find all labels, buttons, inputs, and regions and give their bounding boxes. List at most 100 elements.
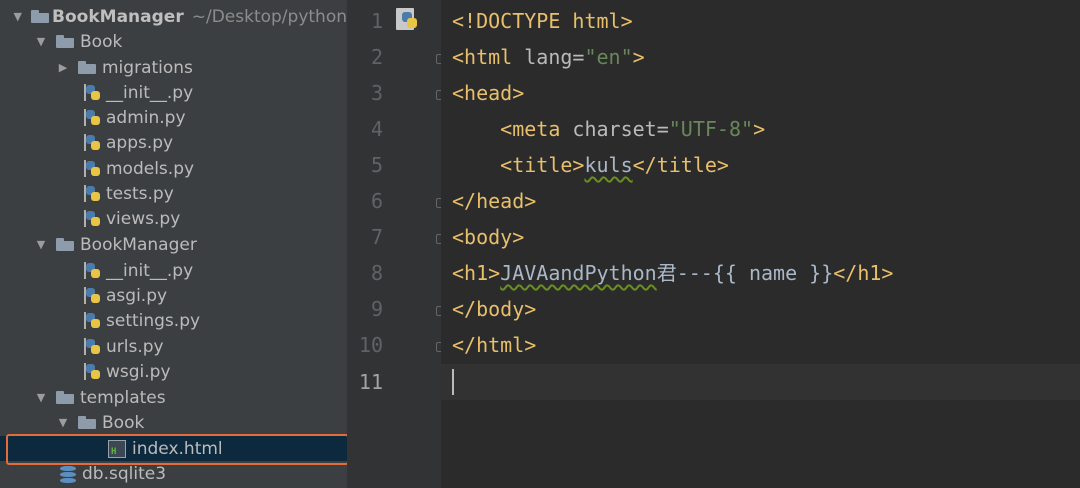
code-line-2[interactable]: <html lang="en">	[452, 39, 645, 75]
tree-item-views-py[interactable]: views.py	[0, 206, 347, 231]
doctype-token: <!DOCTYPE html>	[452, 9, 633, 33]
line-number: 4	[370, 117, 383, 141]
tree-root[interactable]: ▼ BookManager ~/Desktop/python	[0, 4, 347, 29]
ide-window: ▼ BookManager ~/Desktop/python ▼ Book ▶ …	[0, 0, 1080, 488]
attribute-token: charset=	[560, 117, 669, 141]
line-number-current: 11	[358, 370, 383, 394]
folder-icon	[56, 35, 74, 48]
string-token: "en"	[584, 45, 633, 69]
tree-root-path: ~/Desktop/python	[191, 6, 347, 27]
folder-icon	[56, 391, 74, 404]
line-number: 8	[370, 261, 383, 285]
folder-icon	[78, 416, 96, 429]
tree-item-wsgi-py[interactable]: wsgi.py	[0, 359, 347, 384]
text-token: 君---{{ name }}	[656, 261, 834, 285]
tag-token: <title>	[500, 153, 585, 177]
tree-item-models-py[interactable]: models.py	[0, 156, 347, 181]
code-line-9[interactable]: </body>	[452, 291, 536, 327]
expand-arrow-icon[interactable]: ▼	[56, 416, 70, 429]
expand-arrow-icon[interactable]: ▼	[34, 391, 48, 404]
tree-item-book[interactable]: ▼ Book	[0, 29, 347, 54]
line-number: 5	[370, 153, 383, 177]
tag-token: <h1>	[452, 261, 501, 285]
code-line-4[interactable]: <meta charset="UTF-8">	[452, 111, 765, 147]
tree-item-label: migrations	[102, 57, 193, 78]
tree-item-index-html[interactable]: H index.html	[0, 436, 347, 461]
tree-item-label: BookManager	[80, 234, 197, 255]
tree-item-migrations[interactable]: ▶ migrations	[0, 55, 347, 80]
tree-item-templates-book[interactable]: ▼ Book	[0, 410, 347, 435]
python-file-icon	[84, 337, 102, 356]
expand-arrow-icon[interactable]: ▼	[12, 10, 23, 23]
tree-item-label: wsgi.py	[106, 361, 171, 382]
line-number: 3	[370, 81, 383, 105]
tree-item-label: models.py	[106, 158, 195, 179]
line-number: 2	[370, 45, 383, 69]
tree-item-label: urls.py	[106, 336, 164, 357]
code-line-10[interactable]: </html>	[452, 327, 536, 363]
python-file-icon	[84, 209, 102, 228]
tree-item-label: Book	[102, 412, 145, 433]
tree-item-urls-py[interactable]: urls.py	[0, 334, 347, 359]
tree-item-label: __init__.py	[106, 82, 194, 103]
tag-token: <meta	[500, 117, 561, 141]
tag-token: </html>	[452, 333, 537, 357]
html-file-icon: H	[108, 439, 126, 458]
code-line-8[interactable]: <h1>JAVAandPython君---{{ name }}</h1>	[452, 255, 893, 291]
tree-item-label: templates	[80, 387, 166, 408]
tag-token: <html	[452, 45, 513, 69]
code-line-5[interactable]: <title>kuls</title>	[452, 147, 729, 183]
tree-item-label: views.py	[106, 208, 181, 229]
tree-item-apps-py[interactable]: apps.py	[0, 130, 347, 155]
python-file-icon	[84, 159, 102, 178]
code-line-3[interactable]: <head>	[452, 75, 524, 111]
tree-item-label: db.sqlite3	[82, 463, 167, 484]
tree-item-label: index.html	[132, 438, 223, 459]
folder-icon	[56, 238, 74, 251]
python-file-icon	[84, 133, 102, 152]
tag-token: </body>	[452, 297, 537, 321]
tag-token: <body>	[452, 225, 525, 249]
code-line-7[interactable]: <body>	[452, 219, 524, 255]
project-tree: ▼ BookManager ~/Desktop/python ▼ Book ▶ …	[0, 0, 347, 488]
expand-arrow-icon[interactable]: ▼	[34, 238, 48, 251]
text-token: JAVAandPython	[500, 261, 657, 285]
code-line-6[interactable]: </head>	[452, 183, 536, 219]
tree-item-db-sqlite3[interactable]: db.sqlite3	[0, 461, 347, 486]
tree-item-label: tests.py	[106, 183, 174, 204]
python-logo-icon	[396, 8, 417, 30]
tree-item-label: __init__.py	[106, 260, 194, 281]
python-file-icon	[84, 184, 102, 203]
tree-item-label: settings.py	[106, 310, 201, 331]
tree-item-asgi-py[interactable]: asgi.py	[0, 283, 347, 308]
string-token: "UTF-8"	[668, 117, 754, 141]
tree-item-bookmanager[interactable]: ▼ BookManager	[0, 232, 347, 257]
line-number: 10	[358, 333, 383, 357]
text-caret	[452, 369, 454, 395]
tree-item-templates[interactable]: ▼ templates	[0, 385, 347, 410]
tag-token: <head>	[452, 81, 525, 105]
expand-arrow-icon[interactable]: ▼	[34, 35, 48, 48]
tree-item-admin-py[interactable]: admin.py	[0, 105, 347, 130]
tag-token: </title>	[632, 153, 729, 177]
attribute-token: lang=	[512, 45, 585, 69]
line-number: 6	[370, 189, 383, 213]
tree-item-init-py[interactable]: __init__.py	[0, 258, 347, 283]
code-line-1[interactable]: <!DOCTYPE html>	[452, 3, 633, 39]
tree-item-settings-py[interactable]: settings.py	[0, 308, 347, 333]
python-file-icon	[84, 261, 102, 280]
python-file-icon	[84, 311, 102, 330]
tree-item-tests-py[interactable]: tests.py	[0, 181, 347, 206]
python-file-icon	[84, 286, 102, 305]
tag-token: >	[632, 45, 645, 69]
tag-token: >	[753, 117, 766, 141]
line-number: 9	[370, 297, 383, 321]
line-number: 1	[370, 9, 383, 33]
tag-token: </head>	[452, 189, 537, 213]
collapse-arrow-icon[interactable]: ▶	[56, 61, 70, 74]
tree-root-label: BookManager	[52, 6, 184, 27]
tree-item-init-py[interactable]: __init__.py	[0, 80, 347, 105]
tree-item-label: asgi.py	[106, 285, 168, 306]
